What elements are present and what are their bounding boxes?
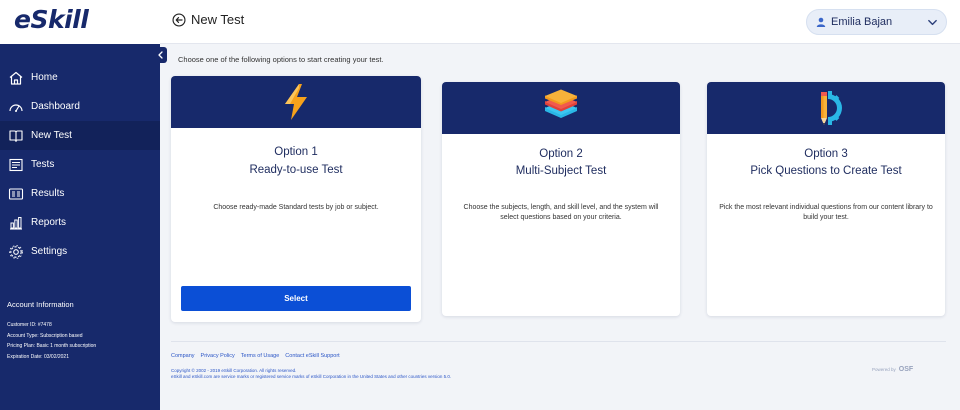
osf-logo: OSF: [898, 366, 914, 373]
option-title: Pick Questions to Create Test: [750, 165, 902, 177]
dashboard-icon: [9, 103, 23, 112]
user-icon: [816, 17, 826, 27]
results-icon: [8, 187, 24, 200]
sidebar-item-label: Results: [31, 188, 65, 199]
option-title: Multi-Subject Test: [515, 165, 607, 177]
option-number: Option 2: [539, 148, 583, 160]
logo-area: eSkill: [0, 0, 160, 44]
account-information-title: Account Information: [7, 300, 74, 309]
trademark-line: eSkill and eSkill.com are service marks …: [171, 374, 452, 379]
layers-icon: [545, 89, 577, 118]
option-description: Choose the subjects, length, and skill l…: [463, 204, 659, 221]
book-icon: [9, 129, 23, 142]
sidebar-collapse-button[interactable]: [154, 47, 167, 63]
reports-icon: [10, 216, 22, 230]
tests-icon: [9, 158, 23, 171]
user-menu[interactable]: Emilia Bajan: [806, 9, 947, 35]
sidebar-item-home[interactable]: Home: [0, 63, 160, 92]
card-header: [442, 82, 680, 134]
option-card-multi-subject[interactable]: Option 2 Multi-Subject Test Choose the s…: [442, 82, 680, 316]
sidebar-item-results[interactable]: Results: [0, 179, 160, 208]
settings-icon: [9, 244, 23, 259]
footer-link-terms-of-usage[interactable]: Terms of Usage: [241, 353, 280, 359]
select-button[interactable]: Select: [181, 286, 411, 311]
sidebar-item-label: Tests: [31, 159, 55, 170]
account-information: Account Information Customer ID: #7478 A…: [7, 300, 157, 362]
footer-link-contact-support[interactable]: Contact eSkill Support: [285, 353, 339, 359]
footer-link-company[interactable]: Company: [171, 353, 195, 359]
lightning-icon: [285, 84, 307, 120]
option-description: Choose ready-made Standard tests by job …: [213, 204, 379, 211]
copyright: Copyright © 2002 - 2019 eSkill Corporati…: [171, 368, 451, 380]
option-title: Ready-to-use Test: [249, 164, 343, 176]
page-title: New Test: [191, 12, 245, 27]
sidebar: Home Dashboard New Test Tests Results Re…: [0, 44, 160, 410]
option-card-ready-to-use[interactable]: Option 1 Ready-to-use Test Choose ready-…: [171, 76, 421, 322]
account-type: Account Type: Subscription based: [7, 332, 83, 339]
option-card-pick-questions[interactable]: Option 3 Pick Questions to Create Test P…: [707, 82, 945, 316]
sidebar-item-settings[interactable]: Settings: [0, 237, 160, 266]
sidebar-item-label: Home: [31, 72, 58, 83]
sidebar-item-label: Settings: [31, 246, 68, 257]
option-number: Option 1: [274, 146, 318, 158]
customer-id: Customer ID: #7478: [7, 322, 52, 328]
chevron-left-icon: [158, 51, 163, 59]
sidebar-item-reports[interactable]: Reports: [0, 208, 160, 237]
powered-by-label: Powered by: [872, 367, 896, 372]
user-name: Emilia Bajan: [831, 16, 893, 28]
card-header: [171, 76, 421, 128]
footer-links: Company Privacy Policy Terms of Usage Co…: [171, 353, 340, 359]
powered-by: Powered by OSF: [872, 366, 913, 373]
sidebar-item-new-test[interactable]: New Test: [0, 121, 160, 150]
pricing-plan: Pricing Plan: Basic 1 month subscription: [7, 343, 97, 349]
home-icon: [9, 71, 23, 85]
intro-text: Choose one of the following options to s…: [178, 55, 384, 64]
card-header: [707, 82, 945, 134]
footer-link-privacy-policy[interactable]: Privacy Policy: [201, 353, 235, 359]
option-description: Pick the most relevant individual questi…: [719, 204, 933, 221]
sidebar-item-label: Reports: [31, 217, 67, 228]
arrow-left-circle-icon: [172, 12, 186, 27]
sidebar-item-dashboard[interactable]: Dashboard: [0, 92, 160, 121]
sidebar-item-label: Dashboard: [31, 101, 80, 112]
sidebar-item-tests[interactable]: Tests: [0, 150, 160, 179]
expiration-date: Expiration Date: 03/02/2021: [7, 353, 69, 360]
back-button[interactable]: New Test: [172, 12, 244, 27]
top-bar: eSkill New Test Emilia Bajan: [0, 0, 960, 44]
footer-divider: [171, 341, 946, 342]
sidebar-item-label: New Test: [31, 130, 72, 141]
chevron-down-icon: [928, 19, 937, 26]
pencil-gear-icon: [821, 91, 842, 125]
app-logo[interactable]: eSkill: [14, 5, 89, 34]
option-number: Option 3: [804, 148, 848, 160]
